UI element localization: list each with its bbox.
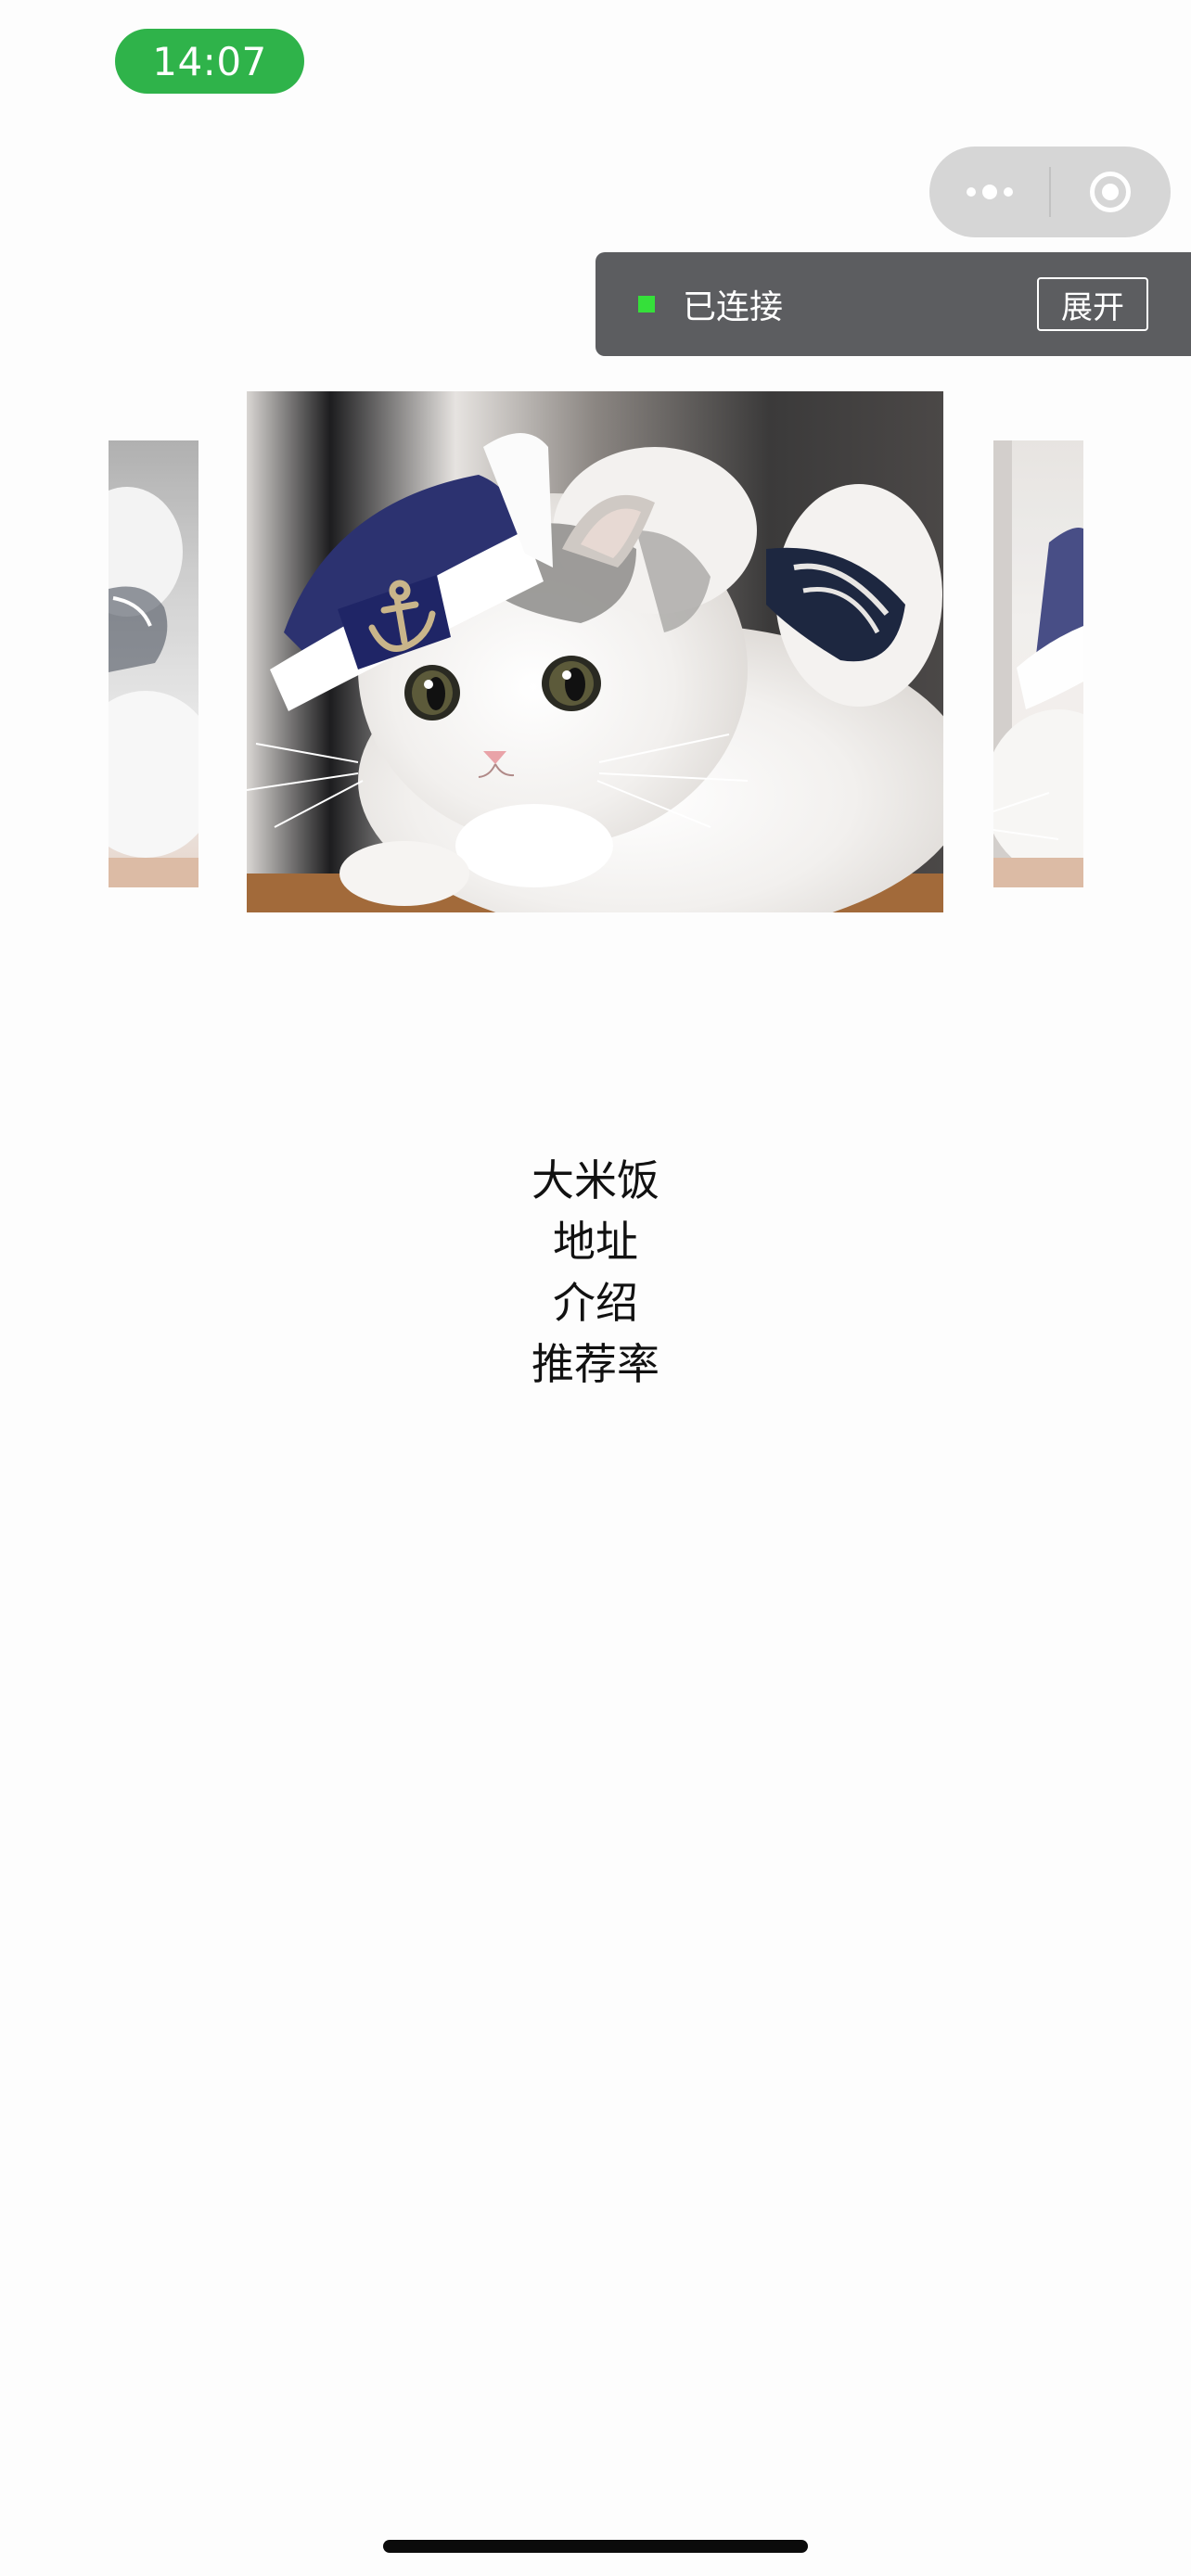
more-dots-icon (966, 185, 1013, 199)
item-recommend-rate: 推荐率 (531, 1339, 660, 1389)
carousel-slide-previous[interactable] (109, 440, 198, 887)
item-address: 地址 (553, 1217, 638, 1267)
cat-photo (247, 391, 943, 912)
close-button[interactable] (1051, 147, 1171, 237)
image-carousel[interactable] (0, 389, 1191, 913)
cat-photo (993, 440, 1083, 887)
connection-status-icon (638, 296, 655, 312)
carousel-slide-next[interactable] (993, 440, 1083, 887)
item-intro: 介绍 (553, 1278, 638, 1328)
status-time: 14:07 (115, 29, 304, 94)
cat-photo (109, 440, 198, 887)
item-info: 大米饭 地址 介绍 推荐率 (0, 1150, 1191, 1395)
expand-button[interactable]: 展开 (1037, 277, 1148, 331)
home-indicator[interactable] (383, 2540, 808, 2553)
connection-panel: 已连接 展开 (596, 252, 1191, 356)
item-name: 大米饭 (531, 1155, 660, 1205)
connection-status-label: 已连接 (683, 288, 784, 326)
target-circle-icon (1090, 172, 1132, 212)
mini-program-capsule (929, 147, 1171, 237)
carousel-slide-active[interactable] (247, 391, 943, 912)
more-button[interactable] (929, 147, 1049, 237)
